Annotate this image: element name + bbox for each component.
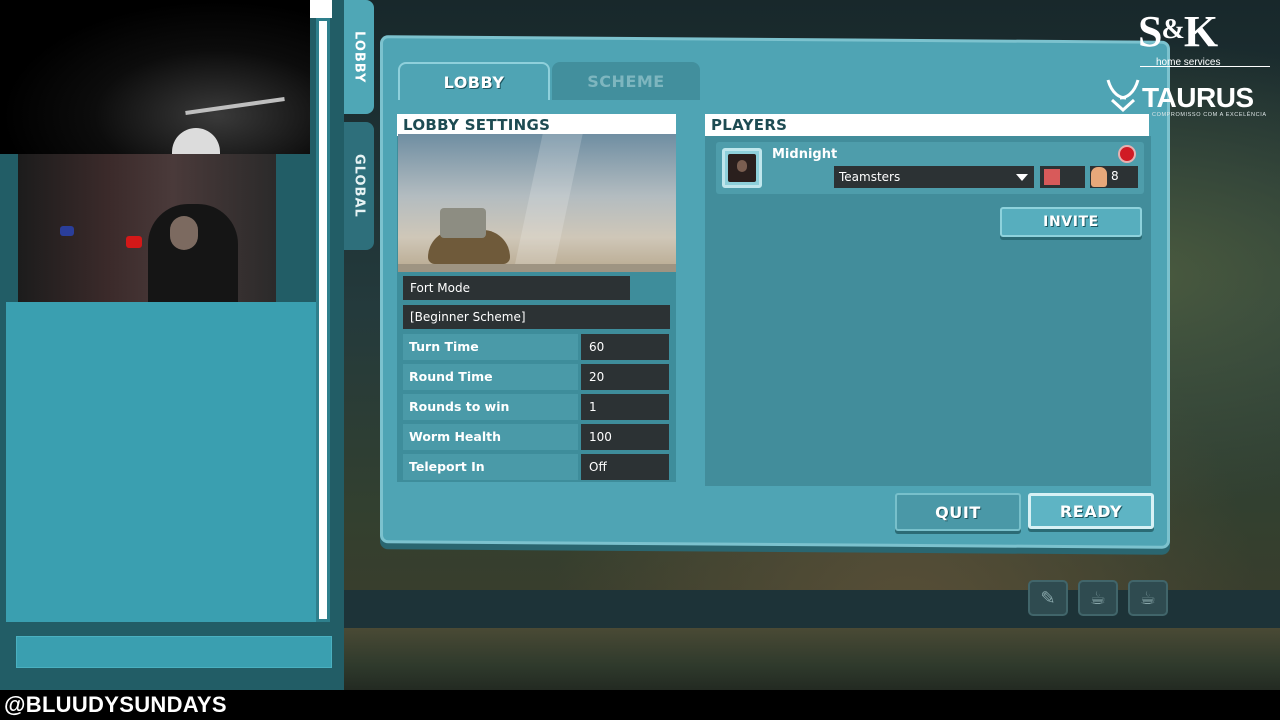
chevron-down-icon	[1016, 174, 1028, 181]
taurus-tagline: COMPROMISSO COM A EXCELÊNCIA	[1152, 112, 1267, 118]
rounds-to-win-label: Rounds to win	[403, 394, 578, 420]
teleport-in-label: Teleport In	[403, 454, 578, 480]
player-avatar[interactable]	[722, 148, 762, 188]
round-time-label: Round Time	[403, 364, 578, 390]
side-tab-lobby-label: LOBBY	[351, 30, 367, 84]
sk-letter-k: K	[1183, 7, 1218, 56]
turn-time-value[interactable]: 60	[581, 334, 669, 360]
worm-health-value[interactable]: 100	[581, 424, 669, 450]
coffee-cup-icon[interactable]: ☕	[1078, 580, 1118, 616]
ready-button[interactable]: READY	[1028, 493, 1154, 529]
tab-lobby[interactable]: LOBBY	[398, 62, 550, 100]
rounds-to-win-value[interactable]: 1	[581, 394, 669, 420]
player-name: Midnight	[772, 147, 838, 162]
webcam-top	[0, 0, 310, 154]
team-select-value: Teamsters	[839, 170, 901, 184]
worm-health-label: Worm Health	[403, 424, 578, 450]
tab-scheme[interactable]: SCHEME	[552, 62, 700, 100]
teleport-in-value[interactable]: Off	[581, 454, 669, 480]
side-tab-global[interactable]: GLOBAL	[344, 122, 374, 250]
sk-ampersand: &	[1161, 14, 1184, 45]
team-select[interactable]: Teamsters	[834, 166, 1034, 188]
sk-letter-s: S	[1138, 7, 1163, 56]
chat-scrollbar[interactable]	[316, 18, 330, 622]
sk-logo: S&K	[1138, 6, 1218, 57]
webcam-main	[18, 154, 276, 302]
taurus-logo: TAURUS	[1142, 82, 1254, 113]
scheme-select[interactable]: [Beginner Scheme]	[403, 305, 670, 329]
sk-divider	[1140, 66, 1270, 67]
lobby-settings-title: LOBBY SETTINGS	[397, 114, 676, 136]
chat-input[interactable]	[16, 636, 332, 668]
worm-icon	[1091, 167, 1107, 187]
map-preview-image	[398, 134, 676, 272]
bull-horns-icon	[1106, 79, 1140, 112]
invite-button[interactable]: INVITE	[1000, 207, 1142, 237]
ready-status-indicator	[1118, 145, 1136, 163]
side-tab-lobby[interactable]: LOBBY	[344, 0, 374, 114]
game-mode-select[interactable]: Fort Mode	[403, 276, 630, 300]
tea-cup-icon[interactable]: ☕	[1128, 580, 1168, 616]
turn-time-label: Turn Time	[403, 334, 578, 360]
round-time-value[interactable]: 20	[581, 364, 669, 390]
side-tab-global-label: GLOBAL	[351, 154, 367, 218]
streamer-handle: @BLUUDYSUNDAYS	[4, 692, 227, 717]
players-title: PLAYERS	[705, 114, 1149, 136]
terrain	[344, 628, 1280, 690]
chat-icon[interactable]: ✎	[1028, 580, 1068, 616]
team-color-swatch	[1044, 169, 1060, 185]
chat-box	[6, 302, 316, 622]
quit-button[interactable]: QUIT	[895, 493, 1021, 531]
worm-count-value: 8	[1111, 169, 1119, 183]
chat-scroll-thumb[interactable]	[310, 0, 332, 18]
